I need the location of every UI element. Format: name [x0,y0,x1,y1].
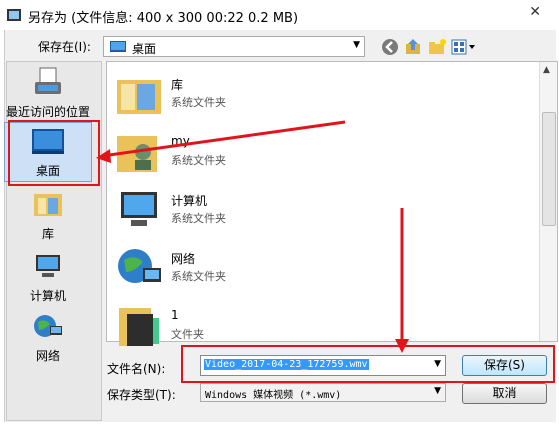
cancel-button[interactable]: 取消 [462,383,547,404]
places-item-library[interactable]: 库 [4,188,92,242]
computer-icon [121,192,157,226]
item-name: 计算机 [171,194,208,208]
filetype-dropdown[interactable]: Windows 媒体视频 (*.wmv) ▼ [200,383,446,402]
item-type: 系统文件夹 [171,96,226,109]
places-item-recent[interactable]: 最近访问的位置 [4,66,92,119]
save-in-label: 保存在(I): [38,40,91,54]
places-item-network[interactable]: 网络 [4,312,92,363]
places-item-label: 最近访问的位置 [5,105,90,119]
list-item[interactable]: 计算机 系统文件夹 [113,186,413,246]
back-icon[interactable] [380,37,400,57]
computer-icon [36,255,60,277]
annotation-box-filename [181,345,555,383]
item-type: 系统文件夹 [171,270,226,283]
filetype-value: Windows 媒体视频 (*.wmv) [205,390,342,401]
chevron-down-icon: ▼ [353,40,360,50]
annotation-box-desktop [8,120,100,186]
library-icon [34,194,62,216]
window-title: 另存为 (文件信息: 400 x 300 00:22 0.2 MB) [28,11,299,26]
item-name: 网络 [171,252,196,266]
places-item-computer[interactable]: 计算机 [4,252,92,303]
desktop-icon [110,41,126,52]
chevron-down-icon: ▼ [434,386,441,396]
view-menu-icon[interactable] [450,37,478,57]
list-item[interactable]: my 系统文件夹 [113,128,413,188]
library-icon [117,80,161,114]
filetype-label: 保存类型(T): [107,388,176,402]
new-folder-icon[interactable] [427,37,447,57]
network-icon [34,315,62,337]
list-item[interactable]: 库 系统文件夹 [113,70,413,130]
network-icon [118,249,161,283]
places-item-label: 库 [41,227,54,241]
close-icon[interactable]: ✕ [529,4,541,20]
item-name: my [171,134,190,148]
list-item[interactable]: 网络 系统文件夹 [113,244,413,304]
up-folder-icon[interactable] [404,37,424,57]
save-in-dropdown[interactable]: 桌面 ▼ [103,36,365,57]
item-type: 系统文件夹 [171,212,226,225]
item-type: 系统文件夹 [171,154,226,167]
folder-icon [119,308,159,346]
filename-label: 文件名(N): [107,362,166,376]
item-name: 1 [171,308,179,322]
scroll-up-icon[interactable]: ▲ [543,65,550,75]
item-name: 库 [171,78,184,92]
user-folder-icon [117,136,157,172]
places-item-label: 计算机 [29,289,66,303]
scroll-thumb[interactable] [542,112,556,226]
save-in-value: 桌面 [132,42,157,56]
title-bar: 另存为 (文件信息: 400 x 300 00:22 0.2 MB) ✕ [0,0,559,30]
vertical-scrollbar[interactable]: ▲ [539,62,557,341]
file-list[interactable]: 库 系统文件夹 my 系统文件夹 计算机 系统文件夹 网络 系统文件夹 1 文件… [106,61,558,346]
places-item-label: 网络 [35,349,60,363]
item-type: 文件夹 [171,328,204,341]
recent-places-icon [35,67,61,94]
app-icon [7,9,21,21]
